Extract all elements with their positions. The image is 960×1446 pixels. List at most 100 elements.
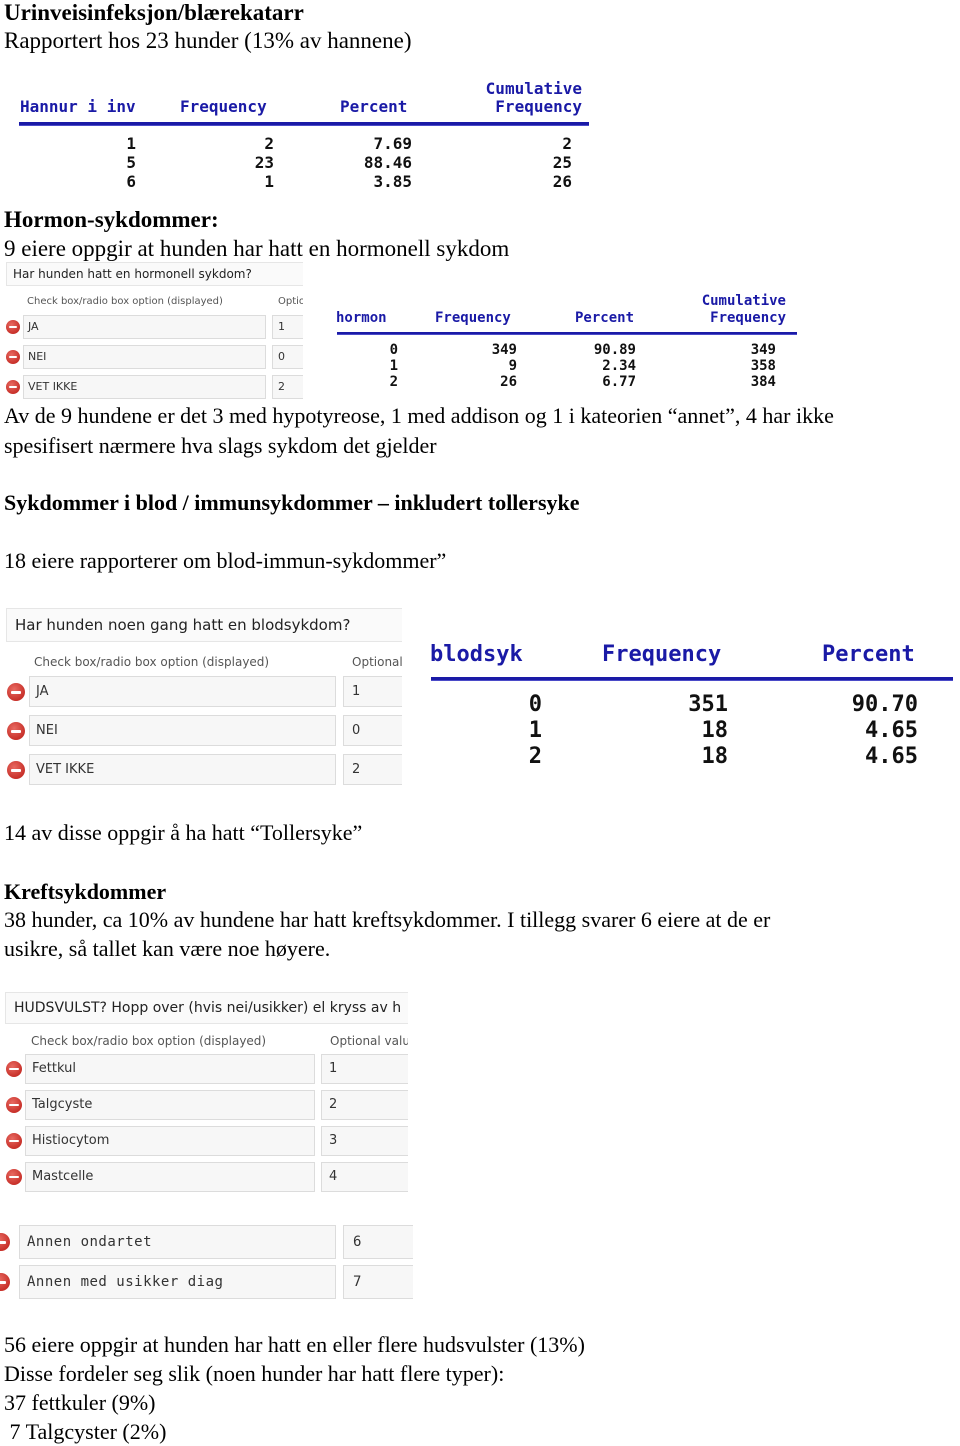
cell-percent: 4.65 bbox=[865, 718, 918, 743]
column-header-value: Optional bbox=[352, 655, 402, 669]
cell-cumulative: 384 bbox=[750, 374, 776, 390]
option-value-input[interactable]: 2 bbox=[272, 375, 303, 399]
remove-option-icon[interactable] bbox=[6, 380, 20, 394]
option-value-input[interactable]: 2 bbox=[321, 1090, 408, 1120]
col-header-variable: Hannur i inv bbox=[20, 97, 136, 116]
option-value-input[interactable]: 4 bbox=[321, 1162, 408, 1192]
column-header-option: Check box/radio box option (displayed) bbox=[31, 1034, 267, 1048]
hormone-detail-line-1: Av de 9 hundene er det 3 med hypotyreose… bbox=[4, 403, 834, 428]
hormone-detail-line-2: spesifisert nærmere hva slags sykdom det… bbox=[4, 433, 437, 458]
remove-option-icon[interactable] bbox=[6, 1097, 22, 1113]
option-label-input[interactable]: NEI bbox=[23, 345, 266, 369]
toller-note: 14 av disse oppgir å ha hatt “Tollersyke… bbox=[4, 820, 363, 845]
option-label-input[interactable]: JA bbox=[23, 315, 266, 339]
remove-option-icon[interactable] bbox=[6, 1133, 22, 1149]
urinary-title: Urinveisinfeksjon/blærekatarr bbox=[4, 0, 304, 25]
blood-title: Sykdommer i blod / immunsykdommer – inkl… bbox=[4, 490, 580, 515]
option-label-input[interactable]: Mastcelle bbox=[25, 1162, 315, 1192]
option-value-input[interactable]: 0 bbox=[343, 715, 402, 746]
cell-percent: 4.65 bbox=[865, 744, 918, 769]
remove-option-icon[interactable] bbox=[0, 1273, 10, 1291]
header-rule bbox=[19, 122, 589, 126]
remove-option-icon[interactable] bbox=[6, 1169, 22, 1185]
cell-value: 0 bbox=[389, 342, 398, 358]
remove-option-icon[interactable] bbox=[0, 1233, 10, 1251]
cell-percent: 2.34 bbox=[602, 358, 636, 374]
cell-frequency: 18 bbox=[701, 718, 729, 743]
cell-value: 2 bbox=[389, 374, 398, 390]
blood-subtitle: 18 eiere rapporterer om blod-immun-sykdo… bbox=[4, 548, 447, 573]
remove-option-icon[interactable] bbox=[7, 761, 25, 779]
option-value-input[interactable]: 1 bbox=[343, 676, 402, 707]
remove-option-icon[interactable] bbox=[7, 683, 25, 701]
cell-percent: 6.77 bbox=[602, 374, 636, 390]
hormone-subtitle: 9 eiere oppgir at hunden har hatt en hor… bbox=[4, 236, 510, 261]
remove-option-icon[interactable] bbox=[6, 350, 20, 364]
remove-option-icon[interactable] bbox=[6, 1061, 22, 1077]
cell-cumulative: 2 bbox=[562, 134, 572, 153]
cell-value: 1 bbox=[389, 358, 398, 374]
skin-tumor-summary-4: 7 Talgcyster (2%) bbox=[4, 1419, 167, 1444]
urinary-subtitle: Rapportert hos 23 hunder (13% av hannene… bbox=[4, 28, 412, 53]
cell-value: 0 bbox=[528, 692, 542, 717]
skin-tumor-summary-3: 37 fettkuler (9%) bbox=[4, 1390, 156, 1415]
remove-option-icon[interactable] bbox=[7, 722, 25, 740]
cell-percent: 7.69 bbox=[373, 134, 412, 153]
option-label-input[interactable]: Annen med usikker diag bbox=[19, 1265, 336, 1299]
option-label-input[interactable]: Fettkul bbox=[25, 1054, 315, 1084]
skin-tumor-summary-1: 56 eiere oppgir at hunden har hatt en el… bbox=[4, 1332, 585, 1357]
col-header-frequency: Frequency bbox=[435, 310, 511, 326]
cell-frequency: 2 bbox=[264, 134, 274, 153]
cell-percent: 88.46 bbox=[363, 153, 412, 172]
cell-value: 2 bbox=[528, 744, 542, 769]
cell-percent: 90.70 bbox=[851, 692, 918, 717]
col-header-cumulative: Cumulative bbox=[701, 293, 786, 309]
option-label-input[interactable]: VET IKKE bbox=[23, 375, 266, 399]
option-value-input[interactable]: 2 bbox=[343, 754, 402, 785]
col-header-cumulative-frequency: Frequency bbox=[495, 97, 582, 116]
cancer-line-2: usikre, så tallet kan være noe høyere. bbox=[4, 936, 331, 961]
column-header-value: Optio bbox=[278, 296, 303, 307]
column-header-value: Optional value bbox=[330, 1034, 408, 1048]
col-header-cumulative: Cumulative bbox=[485, 79, 582, 98]
remove-option-icon[interactable] bbox=[6, 320, 20, 334]
option-label-input[interactable]: NEI bbox=[29, 715, 336, 746]
blood-question-form: Har hunden noen gang hatt en blodsykdom?… bbox=[5, 606, 402, 788]
cell-percent: 90.89 bbox=[593, 342, 636, 358]
hormone-title: Hormon-sykdommer: bbox=[4, 207, 219, 232]
cell-cumulative: 26 bbox=[552, 172, 572, 191]
skin-tumor-more-options: Annen ondartet 6 Annen med usikker diag … bbox=[0, 1222, 413, 1302]
option-label-input[interactable]: VET IKKE bbox=[29, 754, 336, 785]
header-rule bbox=[431, 677, 953, 681]
option-value-input[interactable]: 1 bbox=[321, 1054, 408, 1084]
cell-value: 1 bbox=[126, 134, 136, 153]
cell-cumulative: 349 bbox=[750, 342, 776, 358]
option-label-input[interactable]: JA bbox=[29, 676, 336, 707]
skin-tumor-summary-2: Disse fordeler seg slik (noen hunder har… bbox=[4, 1361, 505, 1386]
option-value-input[interactable]: 3 bbox=[321, 1126, 408, 1156]
cell-frequency: 26 bbox=[500, 374, 517, 390]
cell-frequency: 18 bbox=[701, 744, 729, 769]
option-label-input[interactable]: Talgcyste bbox=[25, 1090, 315, 1120]
cell-frequency: 351 bbox=[688, 692, 728, 717]
cancer-line-1: 38 hunder, ca 10% av hundene har hatt kr… bbox=[4, 907, 771, 932]
skin-tumor-question-form: HUDSVULST? Hopp over (hvis nei/usikker) … bbox=[4, 990, 408, 1195]
option-label-input[interactable]: Annen ondartet bbox=[19, 1225, 336, 1259]
option-value-input[interactable]: 1 bbox=[272, 315, 303, 339]
cell-value: 5 bbox=[126, 153, 136, 172]
col-header-percent: Percent bbox=[575, 310, 635, 326]
col-header-percent: Percent bbox=[822, 642, 915, 667]
col-header-percent: Percent bbox=[340, 97, 408, 116]
question-text: Har hunden noen gang hatt en blodsykdom? bbox=[6, 608, 402, 642]
option-label-input[interactable]: Histiocytom bbox=[25, 1126, 315, 1156]
option-value-input[interactable]: 0 bbox=[272, 345, 303, 369]
hormone-question-form: Har hunden hatt en hormonell sykdom? Che… bbox=[5, 262, 303, 400]
col-header-cumulative-frequency: Frequency bbox=[710, 310, 786, 326]
column-header-option: Check box/radio box option (displayed) bbox=[27, 296, 223, 307]
option-value-input[interactable]: 6 bbox=[343, 1225, 413, 1259]
col-header-frequency: Frequency bbox=[602, 642, 722, 667]
option-value-input[interactable]: 7 bbox=[343, 1265, 413, 1299]
cell-frequency: 23 bbox=[254, 153, 274, 172]
cell-cumulative: 25 bbox=[552, 153, 572, 172]
cell-value: 6 bbox=[126, 172, 136, 191]
